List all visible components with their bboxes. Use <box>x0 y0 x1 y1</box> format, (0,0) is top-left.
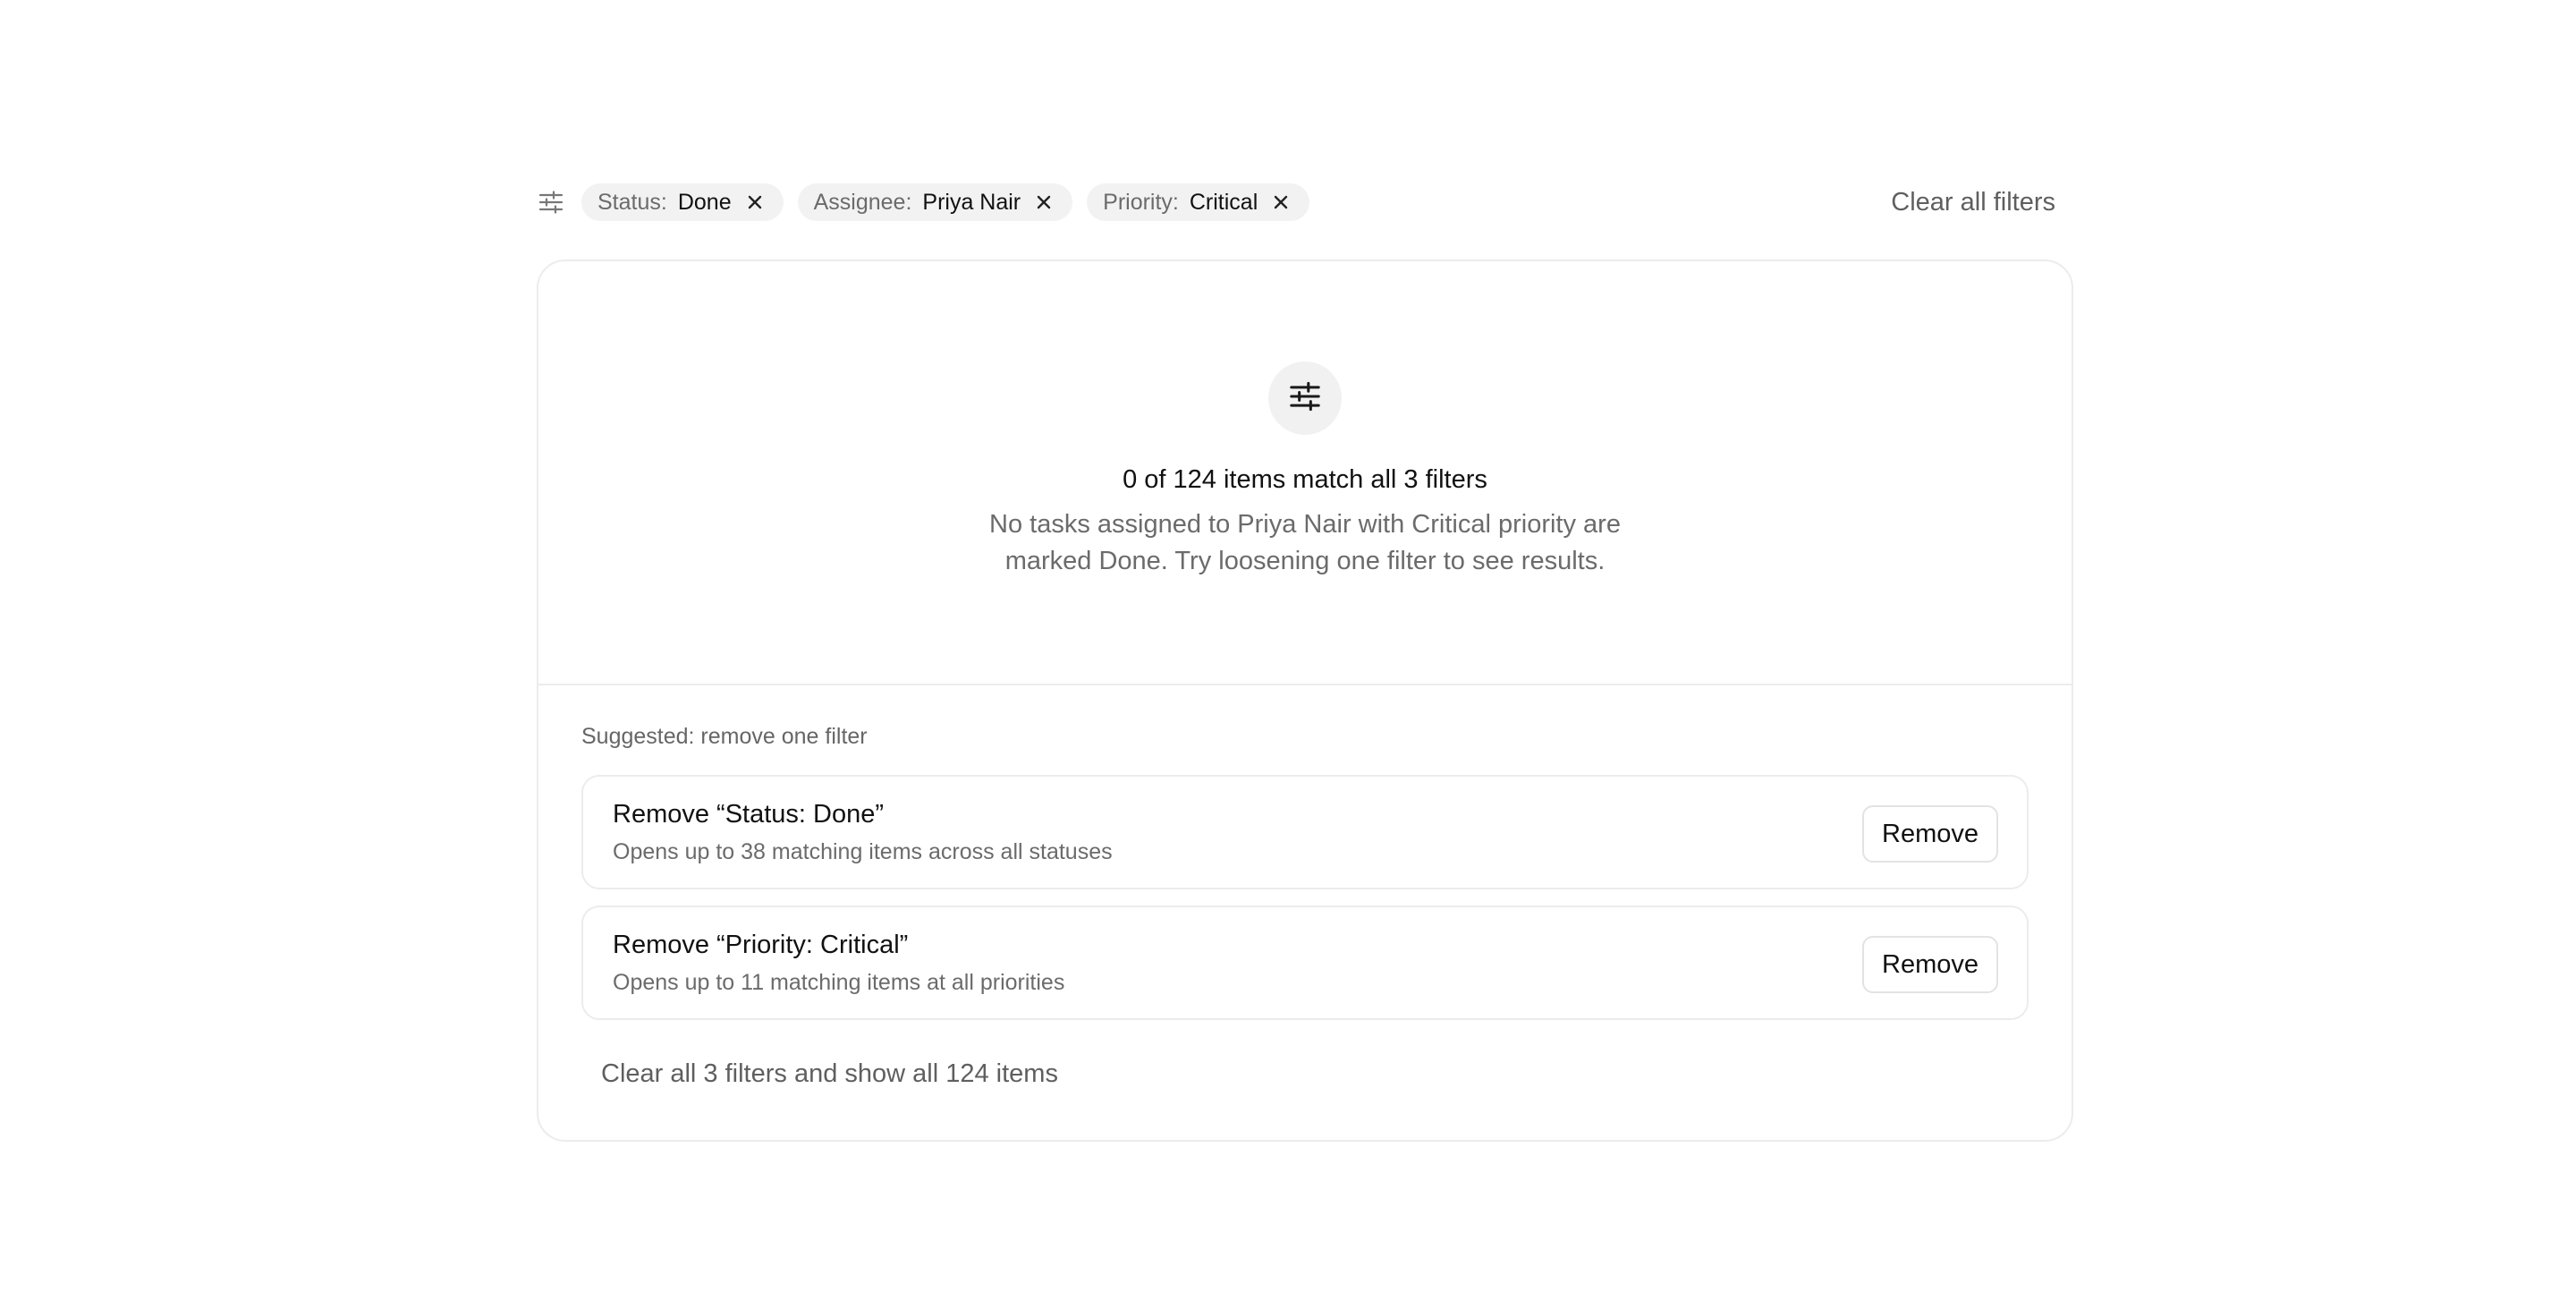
clear-all-and-show-link[interactable]: Clear all 3 filters and show all 124 ite… <box>601 1059 1058 1089</box>
chip-key: Status: <box>597 189 667 215</box>
empty-state: 0 of 124 items match all 3 filters No ta… <box>538 261 2072 685</box>
remove-status-filter-button[interactable]: Remove <box>1862 805 1998 863</box>
suggestion-remove-priority: Remove “Priority: Critical” Opens up to … <box>581 906 2029 1020</box>
chip-value: Done <box>677 189 732 215</box>
suggestions-label: Suggested: remove one filter <box>581 724 868 749</box>
results-card: 0 of 124 items match all 3 filters No ta… <box>537 259 2073 1142</box>
chip-key: Assignee: <box>813 189 912 215</box>
close-icon[interactable] <box>1031 190 1056 215</box>
remove-priority-filter-button[interactable]: Remove <box>1862 936 1998 993</box>
suggestion-subtitle: Opens up to 38 matching items across all… <box>613 839 1113 864</box>
filter-sliders-icon[interactable] <box>537 188 565 217</box>
suggestions-section: Suggested: remove one filter Remove “Sta… <box>538 685 2072 1089</box>
active-filter-bar: Status: Done Assignee: Priya Nair Priori… <box>537 175 2075 229</box>
suggestion-title: Remove “Status: Done” <box>613 800 885 829</box>
chip-value: Priya Nair <box>922 189 1021 215</box>
filter-chip-assignee[interactable]: Assignee: Priya Nair <box>797 183 1073 221</box>
suggestion-remove-status: Remove “Status: Done” Opens up to 38 mat… <box>581 775 2029 889</box>
chip-key: Priority: <box>1103 189 1179 215</box>
close-icon[interactable] <box>1268 190 1293 215</box>
empty-state-icon-badge <box>1268 361 1342 435</box>
filter-sliders-icon <box>1288 379 1322 418</box>
suggestion-title: Remove “Priority: Critical” <box>613 931 909 959</box>
clear-all-filters-link[interactable]: Clear all filters <box>1891 188 2075 217</box>
empty-state-description: No tasks assigned to Priya Nair with Cri… <box>989 510 1621 575</box>
filter-results-panel: Status: Done Assignee: Priya Nair Priori… <box>537 175 2075 1142</box>
filter-chip-status[interactable]: Status: Done <box>581 183 784 221</box>
suggestion-subtitle: Opens up to 11 matching items at all pri… <box>613 970 1065 995</box>
chip-value: Critical <box>1189 189 1258 215</box>
filter-chip-priority[interactable]: Priority: Critical <box>1087 183 1310 221</box>
close-icon[interactable] <box>742 190 767 215</box>
empty-state-title: 0 of 124 items match all 3 filters <box>1123 465 1487 494</box>
